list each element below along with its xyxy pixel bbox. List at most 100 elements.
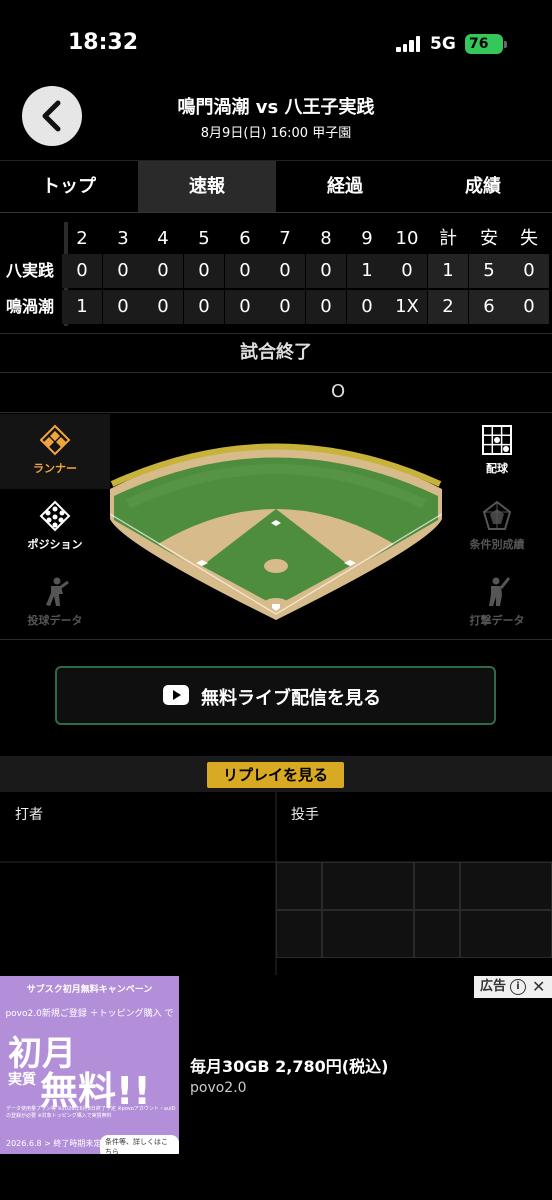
position-label: ポジション (27, 538, 83, 551)
score-cell: 0 (103, 254, 143, 288)
batting-data-label: 打撃データ (469, 614, 525, 627)
runner-label: ランナー (33, 462, 77, 475)
score-cell: 0 (265, 254, 305, 288)
clock: 18:32 (68, 30, 139, 55)
score-cell: 0 (265, 290, 305, 324)
score-cell: 0 (225, 290, 265, 324)
team-name: 八実践 (6, 261, 55, 280)
grid-cell (414, 910, 460, 958)
scoreboard-row-away: 八実践 0 0 0 0 0 0 0 1 0 1 5 0 (0, 254, 552, 288)
grid-cell (414, 862, 460, 910)
position-icon (39, 500, 71, 532)
inning-header: 2 (76, 228, 88, 249)
pitch-chart-label: 配球 (486, 462, 508, 475)
batting-data-button[interactable]: 打撃データ (442, 566, 552, 641)
grid-cell (322, 910, 414, 958)
inning-header: 3 (117, 228, 129, 249)
live-stream-button[interactable]: 無料ライブ配信を見る (55, 666, 496, 725)
ad-badge-label: 広告 (480, 979, 507, 994)
inning-header: 4 (157, 228, 169, 249)
score-cell: 0 (225, 254, 265, 288)
grid-cell (276, 910, 322, 958)
diamond-runner-icon (39, 424, 71, 456)
pitcher-icon (46, 577, 69, 606)
score-cell: 0 (62, 254, 102, 288)
play-icon (163, 685, 189, 705)
divider (0, 639, 552, 640)
tab-top[interactable]: トップ (0, 161, 138, 212)
score-cell: 0 (143, 254, 183, 288)
hits: 6 (469, 290, 509, 324)
total-runs-header: 計 (439, 228, 457, 249)
grid-cell (276, 862, 322, 910)
position-button[interactable]: ポジション (0, 490, 110, 565)
inning-header: 10 (395, 228, 419, 249)
scoreboard-header: 2 3 4 5 6 7 8 9 10 計 安 失 (0, 222, 552, 256)
score-cell: 0 (103, 290, 143, 324)
errors: 0 (509, 290, 549, 324)
baseball-field (110, 414, 442, 639)
network-type: 5G (430, 34, 456, 54)
strike-zone-icon (482, 425, 512, 455)
scoreboard-row-home: 鳴渦潮 1 0 0 0 0 0 0 0 1X 2 6 0 (0, 290, 552, 324)
ad-date: 2026.6.8 > 終了時期未定 (6, 1139, 102, 1148)
pitch-chart-button[interactable]: 配球 (442, 414, 552, 489)
ad-campaign: サブスク初月無料キャンペーン (26, 985, 153, 995)
ad-title[interactable]: 毎月30GB 2,780円(税込) (190, 1053, 388, 1077)
pitching-data-button[interactable]: 投球データ (0, 566, 110, 641)
page-title: 鳴門渦潮 vs 八王子実践 (177, 97, 375, 118)
inning-header: 5 (198, 228, 210, 249)
close-icon[interactable]: ✕ (532, 976, 545, 998)
score-cell: 0 (387, 254, 427, 288)
game-status: 試合終了 (240, 342, 312, 363)
inning-header: 8 (320, 228, 332, 249)
inning-header: 9 (361, 228, 373, 249)
replay-button[interactable]: リプレイを見る (207, 762, 344, 788)
battery-icon: 76 (465, 34, 507, 54)
info-icon[interactable]: i (510, 979, 526, 995)
status-bar: 18:32 5G 76 (0, 0, 552, 90)
score-cell: 0 (306, 290, 346, 324)
tab-live[interactable]: 速報 (138, 161, 276, 212)
errors: 0 (509, 254, 549, 288)
divider (0, 333, 552, 334)
scoreboard: 2 3 4 5 6 7 8 9 10 計 安 失 八実践 0 0 0 0 0 0… (0, 222, 552, 326)
out-count: O (331, 381, 346, 402)
ad-badge[interactable]: 広告 i ✕ (474, 976, 552, 998)
score-cell: 1 (347, 254, 387, 288)
score-cell: 0 (306, 254, 346, 288)
score-cell: 1X (387, 290, 427, 324)
ad-fineprint: データ使用量プラン等 ※2026年6月8日終了予定 ※povoアカウント・auI… (6, 1106, 176, 1119)
hits-header: 安 (480, 228, 498, 249)
ad-image[interactable]: サブスク初月無料キャンペーン povo2.0新規ご登録 ＋トッピング購入 で 初… (0, 976, 179, 1154)
live-stream-label: 無料ライブ配信を見る (201, 688, 381, 709)
grid-cell (460, 910, 552, 958)
total-runs: 2 (428, 290, 468, 324)
divider (0, 412, 552, 413)
tab-stats[interactable]: 成績 (414, 161, 552, 212)
divider (0, 372, 552, 373)
score-cell: 0 (143, 290, 183, 324)
split-stats-button[interactable]: 条件別成績 (442, 490, 552, 565)
ad-more-link[interactable]: 条件等、詳しくはこちら (100, 1135, 179, 1154)
grid-cell (322, 862, 414, 910)
score-cell: 0 (184, 290, 224, 324)
signal-icon (396, 36, 422, 52)
total-runs: 1 (428, 254, 468, 288)
divider (0, 212, 552, 213)
ad-line2: povo2.0新規ご登録 ＋トッピング購入 で (5, 1009, 174, 1019)
ad-advertiser: povo2.0 (190, 1080, 247, 1096)
batter-label: 打者 (15, 807, 43, 823)
inning-header: 6 (239, 228, 251, 249)
score-cell: 0 (347, 290, 387, 324)
pitcher-label: 投手 (291, 807, 319, 823)
split-stats-label: 条件別成績 (469, 538, 525, 551)
pitcher-stats-grid (276, 862, 552, 972)
batter-icon (489, 577, 511, 606)
game-datetime: 8月9日(日) 16:00 甲子園 (200, 126, 352, 141)
errors-header: 失 (520, 228, 538, 249)
tab-progress[interactable]: 経過 (276, 161, 414, 212)
runner-button[interactable]: ランナー (0, 414, 110, 489)
inning-header: 7 (279, 228, 291, 249)
score-cell: 1 (62, 290, 102, 324)
